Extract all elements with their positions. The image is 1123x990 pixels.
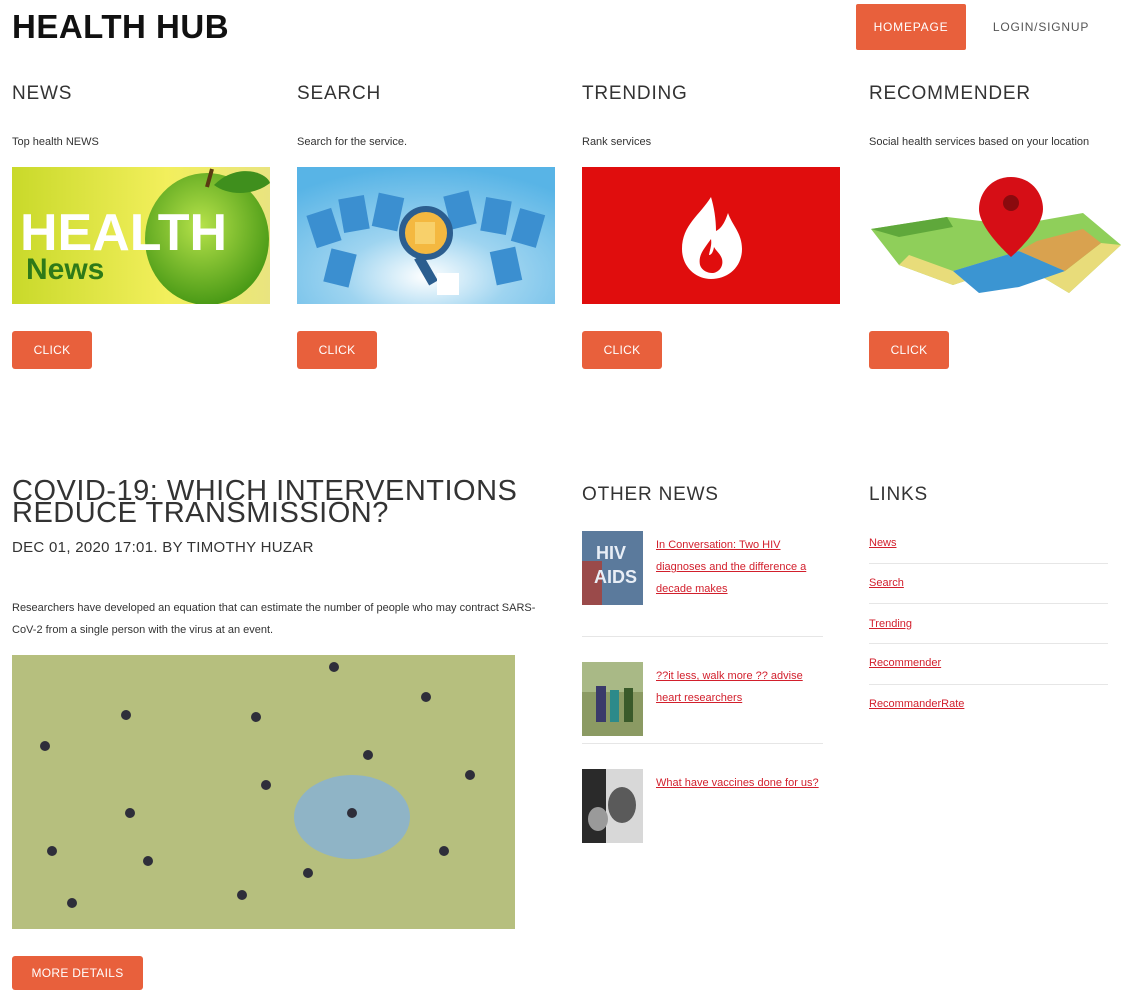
trending-click-button[interactable]: CLICK	[582, 331, 662, 369]
service-card-search: SEARCH Search for the service. CLICK	[297, 82, 555, 369]
search-click-button[interactable]: CLICK	[297, 331, 377, 369]
svg-text:News: News	[26, 253, 104, 286]
list-item: HIV AIDS In Conversation: Two HIV diagno…	[582, 531, 822, 605]
service-card-news: NEWS Top health NEWS HEALTH News CLICK	[12, 82, 270, 369]
brand-title: HEALTH HUB	[12, 8, 230, 45]
news-click-button[interactable]: CLICK	[12, 331, 92, 369]
service-title: NEWS	[12, 83, 73, 104]
divider	[582, 636, 823, 637]
article-meta: DEC 01, 2020 17:01. BY TIMOTHY HUZAR	[12, 539, 314, 556]
link-trending[interactable]: Trending	[869, 618, 912, 630]
homepage-button[interactable]: HOMEPAGE	[856, 4, 966, 50]
more-details-button[interactable]: MORE DETAILS	[12, 956, 143, 990]
service-title: SEARCH	[297, 83, 381, 104]
health-news-image: HEALTH News	[12, 167, 270, 304]
service-description: Social health services based on your loc…	[869, 136, 1090, 148]
other-news-link[interactable]: In Conversation: Two HIV diagnoses and t…	[656, 534, 822, 600]
search-image	[297, 167, 555, 304]
service-card-recommender: RECOMMENDER Social health services based…	[869, 82, 1123, 369]
recommender-click-button[interactable]: CLICK	[869, 331, 949, 369]
service-title: TRENDING	[582, 83, 688, 104]
link-search[interactable]: Search	[869, 577, 904, 589]
divider	[869, 684, 1108, 685]
walking-people-thumbnail	[582, 662, 643, 736]
link-recommander-rate[interactable]: RecommanderRate	[869, 698, 964, 710]
other-news-title: OTHER NEWS	[582, 484, 719, 505]
article-summary: Researchers have developed an equation t…	[12, 602, 536, 636]
service-card-trending: TRENDING Rank services CLICK	[582, 82, 840, 369]
service-description: Top health NEWS	[12, 136, 99, 148]
trending-flame-image	[582, 167, 840, 304]
divider	[869, 563, 1108, 564]
list-item: ??it less, walk more ?? advise heart res…	[582, 662, 822, 736]
divider	[869, 643, 1108, 644]
hiv-aids-thumbnail: HIV AIDS	[582, 531, 643, 605]
link-recommender[interactable]: Recommender	[869, 657, 941, 669]
service-title: RECOMMENDER	[869, 83, 1031, 104]
list-item: What have vaccines done for us?	[582, 769, 822, 843]
link-news[interactable]: News	[869, 537, 897, 549]
article-title: COVID-19: WHICH INTERVENTIONS REDUCE TRA…	[12, 477, 552, 528]
links-title: LINKS	[869, 484, 928, 505]
divider	[582, 743, 823, 744]
service-description: Rank services	[582, 136, 652, 148]
article-title-line: REDUCE TRANSMISSION?	[12, 497, 389, 529]
vaccines-thumbnail	[582, 769, 643, 843]
svg-text:HIV: HIV	[596, 543, 626, 563]
other-news-link[interactable]: ??it less, walk more ?? advise heart res…	[656, 665, 822, 709]
svg-text:AIDS: AIDS	[594, 567, 637, 587]
other-news-link[interactable]: What have vaccines done for us?	[656, 772, 822, 794]
article-image	[12, 655, 515, 929]
service-description: Search for the service.	[297, 136, 408, 148]
map-pin-image	[869, 167, 1123, 304]
divider	[869, 603, 1108, 604]
login-signup-link[interactable]: LOGIN/SIGNUP	[980, 4, 1102, 50]
